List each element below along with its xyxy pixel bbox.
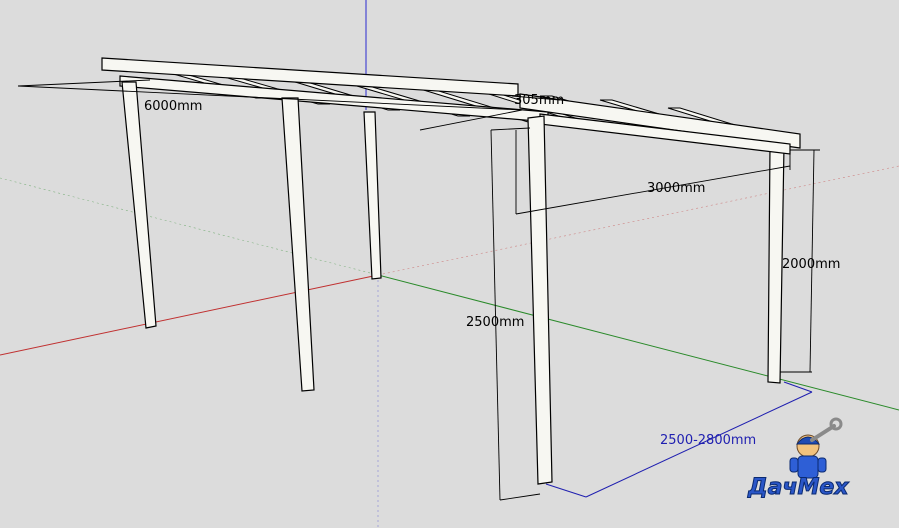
- front-posts: [121, 81, 553, 485]
- sketchup-canopy-scene: 6000mm 305mm 3000mm 2000mm 2500mm 2500-2…: [0, 0, 899, 528]
- back-post-left: [363, 111, 382, 280]
- depth-dimension-label: 3000mm: [647, 181, 705, 196]
- front-post-2: [281, 97, 315, 392]
- back-height-dimension-label: 2000mm: [782, 257, 840, 272]
- logo: ДачМех: [747, 417, 850, 501]
- axis-green-dotted: [0, 177, 379, 276]
- axis-red: [0, 274, 379, 356]
- mechanic-mascot-icon: [789, 434, 827, 479]
- axis-green: [377, 274, 899, 411]
- overhang-dimension-label: 305mm: [514, 93, 564, 108]
- length-dimension-label: 6000mm: [144, 99, 202, 114]
- front-height-dimension-label: 2500mm: [466, 315, 524, 330]
- front-post-1: [121, 81, 157, 329]
- back-posts: [363, 111, 785, 384]
- logo-text: ДачМех: [747, 475, 849, 500]
- offset-dimension-label: 2500-2800mm: [660, 433, 756, 448]
- wrench-icon: [810, 417, 843, 442]
- front-post-3: [527, 115, 553, 485]
